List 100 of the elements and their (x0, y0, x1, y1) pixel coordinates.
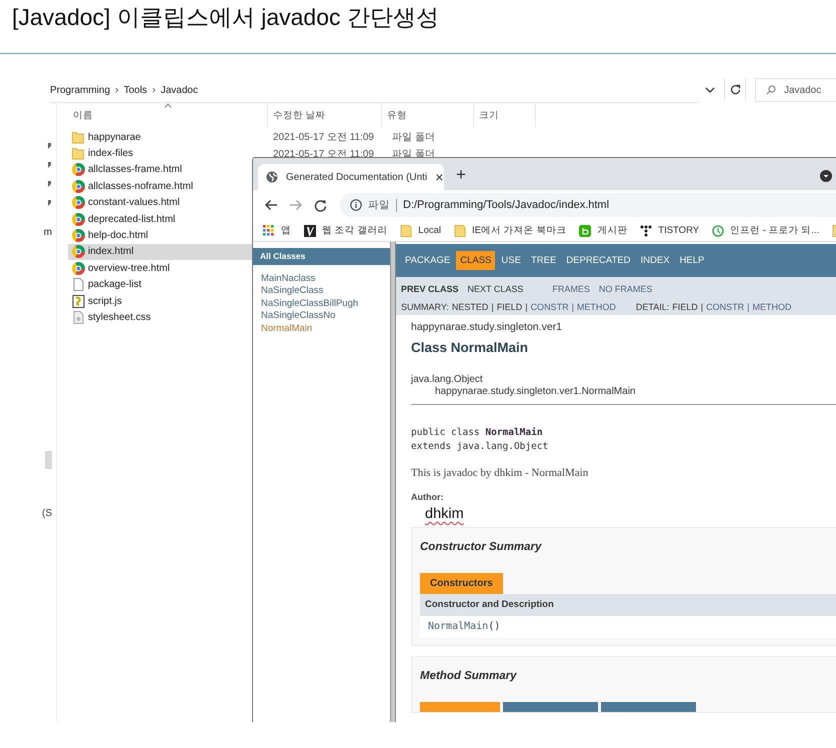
browser-tab[interactable]: Generated Documentation (Unti × (258, 164, 444, 190)
forward-arrow-icon[interactable] (289, 199, 303, 211)
nav-tab[interactable]: INDEX (636, 251, 674, 270)
blank-file-icon (72, 278, 85, 292)
file-row[interactable]: stylesheet.css (68, 309, 255, 326)
subnav-text[interactable]: | (572, 302, 574, 312)
pin-icon[interactable] (47, 180, 52, 187)
subnav-link[interactable]: PREV CLASS (401, 284, 459, 294)
author-label: Author: (411, 492, 444, 502)
file-row[interactable]: allclasses-noframe.html (68, 178, 255, 195)
breadcrumb-item[interactable]: Tools (124, 84, 148, 96)
class-title: Class NormalMain (411, 340, 530, 355)
address-url: D:/Programming/Tools/Javadoc/index.html (403, 199, 610, 211)
summary-tab[interactable]: Constructors (420, 573, 503, 594)
bookmark-link[interactable]: 게시판 (597, 224, 628, 237)
file-row[interactable]: package-list (68, 276, 255, 293)
subnav-link[interactable]: METHOD (576, 302, 616, 312)
clock-icon[interactable] (712, 224, 724, 236)
nav-tab[interactable]: USE (497, 251, 525, 270)
bookmark-link[interactable]: Local (418, 225, 441, 236)
file-row[interactable]: allclasses-frame.html (68, 162, 255, 178)
file-row[interactable]: deprecated-list.html (68, 210, 255, 228)
search-input[interactable]: Javadoc (784, 84, 834, 96)
scrollbar-thumb[interactable] (45, 451, 52, 469)
nav-tab[interactable]: TREE (526, 251, 560, 270)
column-header[interactable]: 유형 (382, 103, 474, 127)
file-row[interactable]: overview-tree.html (68, 260, 255, 277)
pin-icon[interactable] (47, 199, 52, 206)
subnav-text: FIELD (672, 302, 698, 312)
browser-file-icon (72, 180, 85, 193)
refresh-icon[interactable] (730, 84, 740, 94)
browser-file-icon (72, 196, 85, 210)
back-arrow-icon[interactable] (264, 199, 278, 211)
post-title: [Javadoc] 이클립스에서 javadoc 간단생성 (12, 3, 440, 32)
subnav-link[interactable]: FRAMES (552, 284, 590, 294)
sidebar-entry-link[interactable]: MainNaclass (261, 273, 316, 286)
chevron-down-icon[interactable] (705, 86, 715, 94)
browser-file-icon (72, 245, 85, 258)
browser-file-icon (72, 262, 85, 275)
subnav-text: NESTED (452, 302, 488, 312)
dots-logo-icon[interactable] (640, 224, 652, 236)
subnav-link[interactable]: CONSTR (706, 302, 744, 312)
sidebar-entry-link[interactable]: NaSingleClassNo (261, 310, 336, 323)
subnav-text: SUMMARY: (401, 302, 449, 312)
subnav-link[interactable]: CONSTR (530, 302, 569, 312)
frame-heading: All Classes (253, 248, 390, 265)
new-tab-button[interactable]: + (456, 162, 466, 182)
bookmark-link[interactable]: IE에서 가져온 북마크 (472, 224, 566, 237)
pin-icon[interactable] (47, 161, 52, 168)
bookmark-link[interactable]: TISTORY (658, 225, 700, 236)
subnav-link[interactable]: NO FRAMES (598, 284, 652, 294)
search-icon (766, 85, 776, 95)
search-box[interactable]: Javadoc (755, 78, 836, 102)
nav-tab[interactable]: CLASS (456, 251, 496, 270)
constructor-params: () (488, 621, 500, 632)
inheritance-entry: happynarae.study.singleton.ver1.NormalMain (434, 386, 636, 397)
browser-file-icon (72, 229, 85, 242)
address-bar[interactable]: 파일 D:/Programming/Tools/Javadoc/index.html (340, 193, 836, 217)
breadcrumb-item[interactable]: Programming (50, 84, 110, 96)
close-tab-button[interactable]: × (435, 170, 444, 184)
bookmark-link[interactable]: 웹 조각 갤러리 (322, 224, 388, 237)
subnav-text: | (700, 302, 704, 312)
constructor-link[interactable]: NormalMain (428, 621, 488, 632)
tab-search-icon[interactable] (820, 170, 832, 182)
file-type: 파일 폴더 (392, 131, 435, 144)
nav-tab[interactable]: PACKAGE (401, 251, 454, 270)
file-row[interactable]: script.js (68, 292, 255, 310)
bookmark-link[interactable]: 인프런 - 프로가 되... (730, 224, 820, 237)
sidebar-entry-link[interactable]: NaSingleClassBillPugh (261, 298, 358, 310)
subnav-link[interactable]: NEXT CLASS (468, 284, 524, 294)
apps-grid-icon[interactable] (263, 224, 275, 236)
file-row[interactable]: help-doc.html (68, 227, 255, 244)
stylesheet-file-icon (72, 310, 85, 324)
nav-tab[interactable]: HELP (676, 251, 708, 270)
subnav-text[interactable]: | (747, 302, 750, 312)
reload-icon[interactable] (314, 198, 327, 212)
file-row[interactable]: index.html (68, 244, 255, 260)
nav-text-fragment[interactable]: m (44, 227, 52, 238)
file-name: stylesheet.css (88, 312, 151, 323)
info-icon (350, 199, 362, 211)
file-name: deprecated-list.html (88, 214, 176, 225)
pin-icon[interactable] (47, 142, 52, 149)
globe-icon (266, 171, 278, 183)
breadcrumb-item[interactable]: Javadoc (160, 84, 198, 96)
file-name: overview-tree.html (88, 262, 170, 274)
column-header[interactable]: 이름 (68, 103, 268, 127)
summary-heading: Method Summary (420, 670, 518, 682)
subnav-link[interactable]: METHOD (752, 302, 792, 312)
nav-text-fragment[interactable]: (S (42, 508, 52, 519)
column-header[interactable]: 수정한 날짜 (268, 103, 382, 127)
column-header[interactable]: 크기 (474, 103, 536, 127)
sidebar-entry-link[interactable]: NormalMain (261, 322, 312, 336)
file-modified-date: 2021-05-17 오전 11:09 (273, 131, 374, 144)
gallery-icon[interactable] (304, 224, 316, 236)
sidebar-entry-link[interactable]: NaSingleClass (261, 285, 324, 298)
bookmark-link[interactable]: 앱 (281, 224, 291, 237)
board-icon[interactable] (579, 224, 592, 236)
nav-tab[interactable]: DEPRECATED (562, 251, 635, 270)
file-name: help-doc.html (88, 230, 148, 242)
file-row[interactable]: constant-values.html (68, 194, 255, 211)
